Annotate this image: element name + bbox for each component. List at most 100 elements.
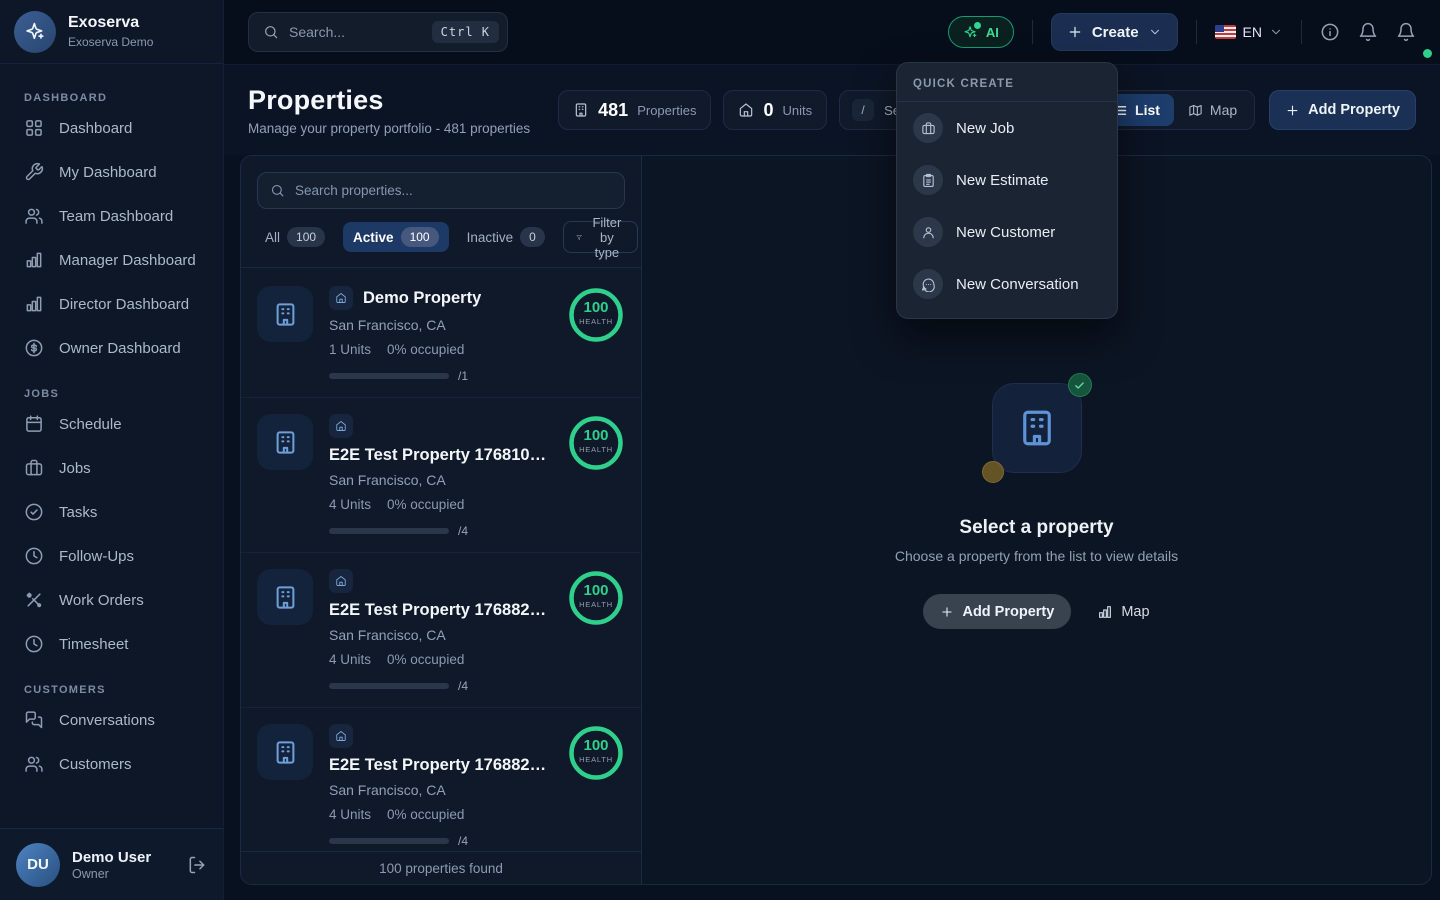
chevron-down-icon bbox=[1269, 25, 1283, 39]
sidebar-item-follow-ups[interactable]: Follow-Ups bbox=[0, 534, 223, 578]
home-icon bbox=[335, 292, 347, 304]
sparkles-icon bbox=[24, 21, 46, 43]
filter-by-type-button[interactable]: Filter by type bbox=[563, 221, 638, 253]
info-icon[interactable] bbox=[1320, 22, 1340, 42]
chevron-down-icon bbox=[1148, 25, 1162, 39]
property-card[interactable]: E2E Test Property 1768822...San Francisc… bbox=[241, 553, 641, 708]
filter-count-badge: 100 bbox=[287, 227, 325, 247]
property-search-input[interactable]: Search properties... bbox=[257, 172, 625, 209]
filter-active[interactable]: Active100 bbox=[343, 222, 449, 252]
add-property-button[interactable]: Add Property bbox=[1269, 90, 1416, 130]
health-label: HEALTH bbox=[567, 445, 625, 454]
progress-bar bbox=[329, 373, 449, 379]
check-circle-icon bbox=[24, 502, 44, 522]
sidebar-item-dashboard[interactable]: Dashboard bbox=[0, 106, 223, 150]
filter-inactive[interactable]: Inactive0 bbox=[459, 222, 553, 252]
building-icon bbox=[272, 739, 299, 766]
sidebar-item-timesheet[interactable]: Timesheet bbox=[0, 622, 223, 666]
property-stats: 4 Units0% occupied bbox=[329, 652, 551, 667]
quick-create-item-label: New Customer bbox=[956, 224, 1055, 241]
wrench-icon bbox=[24, 162, 44, 182]
progress-label: /4 bbox=[458, 834, 468, 848]
quick-create-item-new-customer[interactable]: New Customer bbox=[897, 206, 1117, 258]
health-ring: 100HEALTH bbox=[567, 724, 625, 782]
create-button[interactable]: Create bbox=[1051, 13, 1178, 51]
property-units: 1 Units bbox=[329, 342, 371, 357]
sidebar-item-label: Schedule bbox=[59, 416, 122, 433]
sidebar-item-tasks[interactable]: Tasks bbox=[0, 490, 223, 534]
health-label: HEALTH bbox=[567, 600, 625, 609]
home-chip bbox=[329, 569, 353, 593]
property-stats: 4 Units0% occupied bbox=[329, 497, 551, 512]
bell-icon[interactable] bbox=[1358, 22, 1378, 42]
divider bbox=[1032, 20, 1033, 44]
property-units: 4 Units bbox=[329, 652, 371, 667]
sidebar-item-customers[interactable]: Customers bbox=[0, 742, 223, 786]
property-occupancy: 0% occupied bbox=[387, 807, 464, 822]
quick-create-item-new-estimate[interactable]: New Estimate bbox=[897, 154, 1117, 206]
dollar-icon bbox=[24, 338, 44, 358]
sidebar-item-work-orders[interactable]: Work Orders bbox=[0, 578, 223, 622]
property-name: E2E Test Property 1768108... bbox=[329, 446, 551, 465]
sidebar-item-jobs[interactable]: Jobs bbox=[0, 446, 223, 490]
quick-create-item-label: New Conversation bbox=[956, 276, 1079, 293]
sidebar-item-label: Dashboard bbox=[59, 120, 132, 137]
check-icon bbox=[1074, 380, 1085, 391]
app-logo[interactable] bbox=[14, 11, 56, 53]
sidebar-item-schedule[interactable]: Schedule bbox=[0, 402, 223, 446]
sidebar-item-label: Timesheet bbox=[59, 636, 128, 653]
filter-label: Active bbox=[353, 230, 394, 245]
user-icon bbox=[921, 225, 936, 240]
health-ring: 100HEALTH bbox=[567, 286, 625, 344]
sidebar-item-director-dashboard[interactable]: Director Dashboard bbox=[0, 282, 223, 326]
sidebar-item-my-dashboard[interactable]: My Dashboard bbox=[0, 150, 223, 194]
property-location: San Francisco, CA bbox=[329, 317, 551, 333]
progress-label: /1 bbox=[458, 369, 468, 383]
quick-create-item-new-conversation[interactable]: New Conversation bbox=[897, 258, 1117, 310]
sidebar-item-manager-dashboard[interactable]: Manager Dashboard bbox=[0, 238, 223, 282]
sidebar-item-label: Follow-Ups bbox=[59, 548, 134, 565]
sidebar-item-conversations[interactable]: Conversations bbox=[0, 698, 223, 742]
sidebar-item-label: Owner Dashboard bbox=[59, 340, 181, 357]
property-progress: /1 bbox=[329, 369, 551, 383]
clock-icon bbox=[24, 634, 44, 654]
units-count: 0 bbox=[763, 100, 773, 121]
property-card[interactable]: Demo PropertySan Francisco, CA1 Units0% … bbox=[241, 268, 641, 398]
language-selector[interactable]: EN bbox=[1215, 24, 1283, 40]
user-bar[interactable]: DU Demo User Owner bbox=[0, 828, 223, 900]
view-toggle-map[interactable]: Map bbox=[1174, 94, 1251, 126]
sidebar-item-label: Jobs bbox=[59, 460, 91, 477]
sidebar-item-owner-dashboard[interactable]: Owner Dashboard bbox=[0, 326, 223, 370]
calendar-icon bbox=[24, 414, 44, 434]
sidebar-item-label: Conversations bbox=[59, 712, 155, 729]
clipboard-icon bbox=[921, 173, 936, 188]
avatar[interactable]: DU bbox=[16, 843, 60, 887]
list-footer: 100 properties found bbox=[241, 851, 641, 884]
empty-add-property-button[interactable]: Add Property bbox=[923, 594, 1071, 629]
view-toggle: List Map bbox=[1095, 90, 1255, 130]
health-value: 100 bbox=[567, 427, 625, 444]
map-chart-icon bbox=[1097, 604, 1113, 620]
property-list-panel: Search properties... All100Active100Inac… bbox=[241, 156, 642, 884]
ai-sparkles-icon bbox=[963, 25, 978, 40]
ai-button[interactable]: AI bbox=[948, 16, 1014, 48]
divider bbox=[1301, 20, 1302, 44]
quick-create-item-new-job[interactable]: New Job bbox=[897, 102, 1117, 154]
home-icon bbox=[738, 102, 754, 118]
users-icon bbox=[24, 206, 44, 226]
empty-map-button[interactable]: Map bbox=[1097, 604, 1149, 620]
property-location: San Francisco, CA bbox=[329, 472, 551, 488]
units-count-chip: 0 Units bbox=[723, 90, 827, 130]
property-card[interactable]: E2E Test Property 1768822...San Francisc… bbox=[241, 708, 641, 863]
notifications-bell-icon[interactable] bbox=[1396, 22, 1416, 42]
empty-state-title: Select a property bbox=[895, 517, 1178, 539]
property-card[interactable]: E2E Test Property 1768108... San Francisc… bbox=[241, 398, 641, 553]
filter-all[interactable]: All100 bbox=[257, 222, 333, 252]
sidebar-item-label: Work Orders bbox=[59, 592, 144, 609]
logout-icon[interactable] bbox=[187, 855, 207, 875]
filter-row: All100Active100Inactive0Filter by type bbox=[241, 221, 641, 267]
funnel-icon bbox=[576, 231, 582, 244]
sidebar-item-team-dashboard[interactable]: Team Dashboard bbox=[0, 194, 223, 238]
property-tile bbox=[257, 569, 313, 625]
global-search-input[interactable]: Search... Ctrl K bbox=[248, 12, 508, 52]
